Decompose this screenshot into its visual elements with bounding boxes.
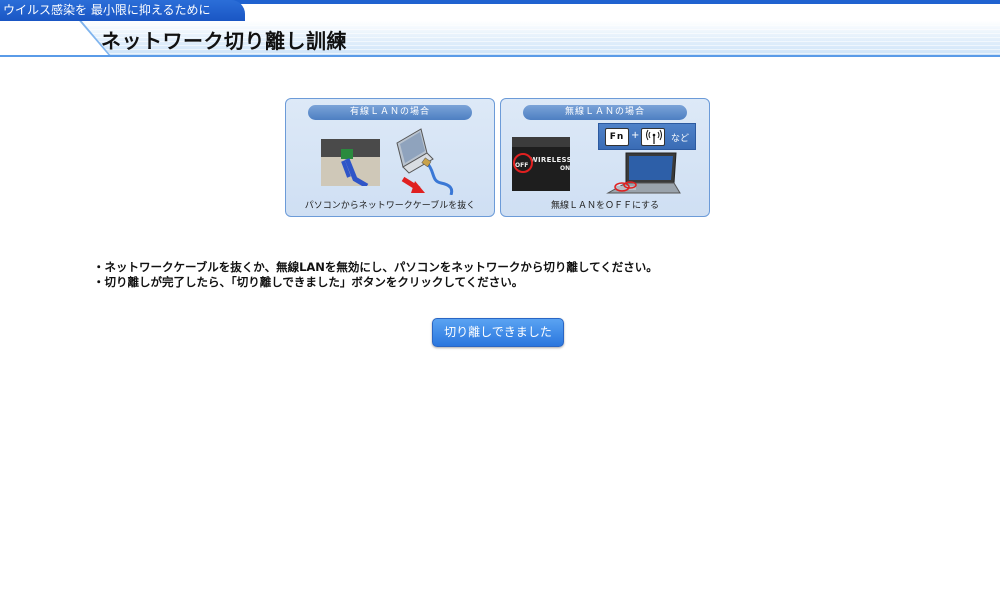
instructions: ・ネットワークケーブルを抜くか、無線LANを無効にし、パソコンをネットワークから… <box>93 260 658 290</box>
instruction-line: ・ネットワークケーブルを抜くか、無線LANを無効にし、パソコンをネットワークから… <box>93 260 658 274</box>
wireless-laptop-icon <box>606 152 681 194</box>
wireless-key <box>641 128 665 146</box>
ethernet-port-photo <box>321 139 380 186</box>
wireless-lan-panel-header: 無線ＬＡＮの場合 <box>523 105 687 120</box>
wired-lan-panel-header: 有線ＬＡＮの場合 <box>308 105 472 120</box>
wired-lan-caption: パソコンからネットワークケーブルを抜く <box>304 201 476 211</box>
page-title: ネットワーク切り離し訓練 <box>101 29 347 53</box>
wired-lan-panel: 有線ＬＡＮの場合 パソコンからネットワークケーブルを抜く <box>285 98 495 217</box>
header-tab: ウイルス感染を 最小限に抑えるために <box>0 0 245 21</box>
wireless-lan-caption: 無線ＬＡＮをＯＦＦにする <box>550 201 660 211</box>
laptop-cable-illustration <box>396 128 454 195</box>
ethernet-plug-icon <box>321 139 380 186</box>
wireless-on-label: ON <box>560 165 570 172</box>
plus-sign: + <box>631 130 640 141</box>
fn-key: Fn <box>605 128 629 146</box>
title-bar: ネットワーク切り離し訓練 <box>0 21 1000 57</box>
instruction-line: ・切り離しが完了したら、「切り離しできました」ボタンをクリックしてください。 <box>93 275 524 289</box>
switch-highlight-circle <box>513 153 533 173</box>
etc-label: など <box>671 134 690 144</box>
red-arrow-icon <box>401 176 425 193</box>
disconnect-complete-button[interactable]: 切り離しできました <box>432 318 564 347</box>
wireless-antenna-icon <box>646 129 662 144</box>
wireless-lan-panel: 無線ＬＡＮの場合 WIRELESS OFF ON Fn + など 無線ＬＡＮをＯ… <box>500 98 710 217</box>
key-combo-box: Fn + など <box>598 123 696 150</box>
wireless-switch-label: WIRELESS <box>530 156 570 164</box>
wireless-switch-photo: WIRELESS OFF ON <box>512 137 570 191</box>
